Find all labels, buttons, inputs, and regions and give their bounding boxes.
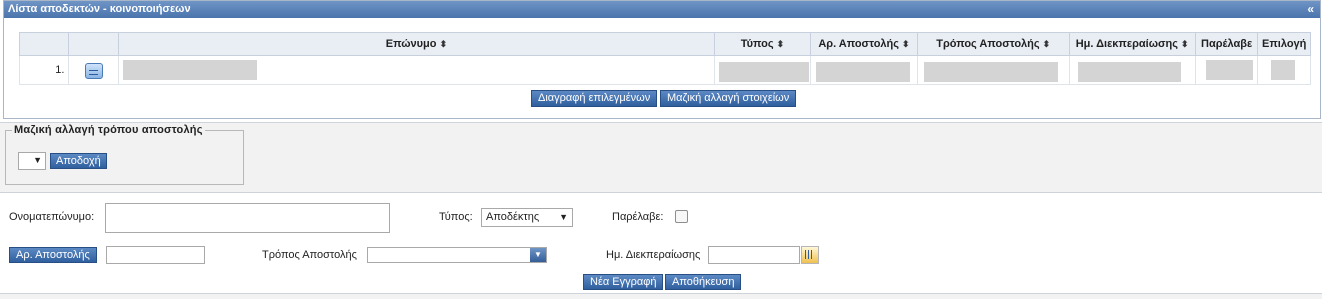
dropdown-arrow-icon: ▼ bbox=[33, 155, 42, 165]
bulk-change-button[interactable]: Μαζική αλλαγή στοιχείων bbox=[660, 90, 797, 107]
mass-change-legend: Μαζική αλλαγή τρόπου αποστολής bbox=[14, 124, 203, 136]
recipients-table: Επώνυμο ⬍ Τύπος ⬍ Αρ. Αποστολής ⬍ Τρόπος… bbox=[18, 32, 1311, 85]
accept-button[interactable]: Αποδοχή bbox=[50, 153, 107, 169]
row-surname bbox=[117, 55, 715, 85]
col-send-method[interactable]: Τρόπος Αποστολής ⬍ bbox=[917, 32, 1070, 56]
name-label: Ονοματεπώνυμο: bbox=[9, 211, 95, 223]
received-checkbox[interactable] bbox=[675, 210, 688, 223]
send-number-button[interactable]: Αρ. Αποστολής bbox=[9, 247, 97, 263]
panel-title: Λίστα αποδεκτών - κοινοποιήσεων bbox=[8, 3, 191, 15]
send-method-label: Τρόπος Αποστολής bbox=[262, 249, 357, 261]
redacted-placeholder bbox=[718, 61, 809, 82]
divider bbox=[0, 192, 1322, 193]
mass-method-select[interactable]: ▼ bbox=[18, 152, 46, 170]
sort-icon: ⬍ bbox=[1042, 39, 1051, 49]
sort-icon: ⬍ bbox=[776, 39, 785, 49]
redacted-placeholder bbox=[1271, 60, 1296, 80]
row-edit-cell bbox=[68, 55, 119, 85]
send-method-select[interactable]: ▼ bbox=[367, 247, 547, 263]
delete-selected-button[interactable]: Διαγραφή επιλεγμένων bbox=[531, 90, 658, 107]
sort-icon: ⬍ bbox=[1181, 39, 1189, 49]
divider bbox=[0, 122, 1322, 123]
type-select[interactable]: Αποδέκτης ▼ bbox=[481, 208, 573, 227]
col-surname[interactable]: Επώνυμο ⬍ bbox=[117, 32, 715, 56]
col-type[interactable]: Τύπος ⬍ bbox=[713, 32, 811, 56]
bottom-band bbox=[0, 294, 1322, 299]
dropdown-arrow-icon: ▼ bbox=[559, 212, 568, 222]
col-select: Επιλογή bbox=[1257, 32, 1311, 56]
date-input[interactable] bbox=[708, 246, 800, 264]
collapse-icon[interactable]: « bbox=[1307, 1, 1314, 18]
table-header-row: Επώνυμο ⬍ Τύπος ⬍ Αρ. Αποστολής ⬍ Τρόπος… bbox=[18, 32, 1311, 56]
redacted-placeholder bbox=[924, 61, 1058, 82]
calendar-icon[interactable] bbox=[801, 246, 819, 264]
col-received: Παρέλαβε bbox=[1194, 32, 1259, 56]
received-label: Παρέλαβε: bbox=[612, 211, 664, 223]
edit-record-icon[interactable] bbox=[84, 62, 103, 79]
redacted-placeholder bbox=[122, 60, 257, 80]
date-label: Ημ. Διεκπεραίωσης bbox=[606, 249, 701, 261]
row-index: 1. bbox=[18, 55, 70, 85]
redacted-placeholder bbox=[1077, 61, 1181, 82]
sort-icon: ⬍ bbox=[439, 39, 448, 49]
redacted-placeholder bbox=[815, 61, 910, 82]
row-send-number bbox=[809, 55, 919, 85]
name-textarea[interactable] bbox=[105, 203, 390, 233]
panel-header: Λίστα αποδεκτών - κοινοποιήσεων « bbox=[4, 1, 1320, 18]
row-type bbox=[713, 55, 811, 85]
col-icon bbox=[68, 32, 119, 56]
row-received bbox=[1194, 55, 1259, 85]
redacted-placeholder bbox=[1205, 60, 1253, 80]
dropdown-arrow-icon: ▼ bbox=[530, 248, 546, 262]
row-processing-date bbox=[1068, 55, 1196, 85]
row-send-method bbox=[917, 55, 1070, 85]
send-number-input[interactable] bbox=[106, 246, 205, 264]
recipients-panel: Λίστα αποδεκτών - κοινοποιήσεων « Επώνυμ… bbox=[3, 0, 1321, 119]
col-processing-date[interactable]: Ημ. Διεκπεραίωσης ⬍ bbox=[1068, 32, 1196, 56]
type-label: Τύπος: bbox=[439, 211, 473, 223]
col-send-number[interactable]: Αρ. Αποστολής ⬍ bbox=[809, 32, 919, 56]
row-select[interactable] bbox=[1257, 55, 1311, 85]
col-index bbox=[18, 32, 70, 56]
sort-icon: ⬍ bbox=[902, 39, 910, 49]
new-record-button[interactable]: Νέα Εγγραφή bbox=[583, 274, 664, 290]
table-row[interactable]: 1. bbox=[18, 55, 1311, 85]
save-button[interactable]: Αποθήκευση bbox=[665, 274, 742, 290]
